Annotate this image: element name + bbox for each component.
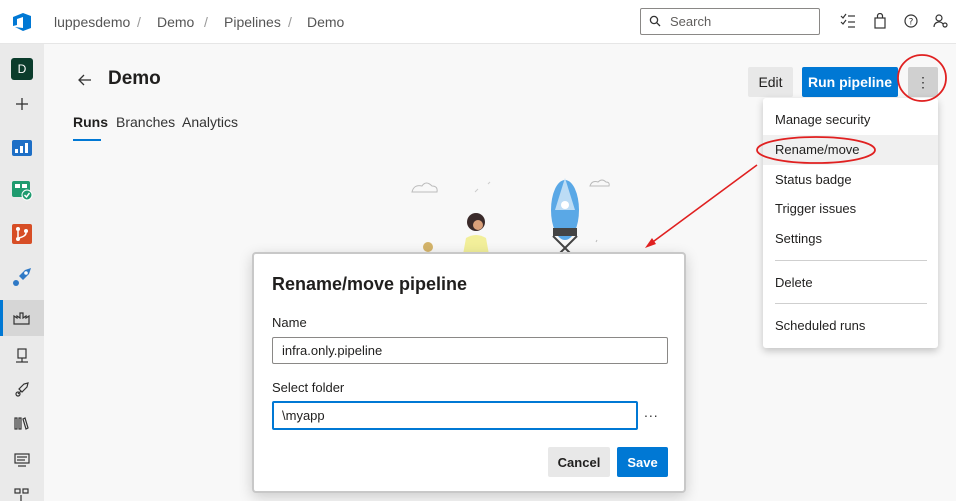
dialog-title: Rename/move pipeline — [272, 274, 468, 294]
breadcrumb-org[interactable]: luppesdemo — [54, 14, 130, 30]
nav-task-groups[interactable] — [0, 442, 44, 478]
repos-icon — [12, 224, 32, 244]
more-actions-menu: Manage security Rename/move Status badge… — [763, 98, 938, 348]
avatar: D — [11, 58, 33, 80]
breadcrumb-separator: / — [288, 14, 292, 30]
top-bar: luppesdemo / Demo / Pipelines / Demo Sea… — [0, 0, 956, 44]
nav-pipelines[interactable] — [0, 259, 44, 295]
boards-icon — [12, 181, 33, 201]
tab-runs[interactable]: Runs — [73, 114, 108, 130]
nav-library[interactable] — [0, 406, 44, 442]
deployment-groups-icon — [14, 488, 29, 501]
name-field[interactable] — [272, 337, 668, 364]
breadcrumb-pipelines[interactable]: Pipelines — [224, 14, 281, 30]
menu-divider — [775, 260, 927, 261]
back-arrow-icon[interactable] — [76, 71, 94, 89]
nav-releases[interactable] — [0, 372, 44, 408]
search-icon — [649, 15, 661, 27]
browse-folder-button[interactable]: ... — [644, 404, 659, 420]
shopping-bag-icon[interactable] — [872, 13, 888, 29]
empty-state-illustration — [411, 178, 610, 260]
folder-label: Select folder — [272, 380, 345, 395]
help-icon[interactable]: ? — [903, 13, 919, 29]
search-placeholder: Search — [670, 14, 712, 29]
pipelines-icon — [13, 268, 31, 286]
nav-overview[interactable] — [0, 130, 44, 166]
breadcrumb-separator: / — [137, 14, 141, 30]
folder-field[interactable] — [272, 401, 638, 430]
nav-pipelines-runs[interactable] — [0, 300, 44, 336]
add-icon — [16, 98, 28, 110]
releases-icon — [15, 382, 29, 397]
breadcrumb-pipeline[interactable]: Demo — [307, 14, 344, 30]
breadcrumb-separator: / — [204, 14, 208, 30]
name-label: Name — [272, 315, 307, 330]
more-actions-button[interactable]: ⋮ — [908, 67, 938, 97]
cancel-button[interactable]: Cancel — [548, 447, 610, 477]
menu-item-manage-security[interactable]: Manage security — [763, 105, 938, 135]
task-list-icon[interactable] — [840, 13, 856, 29]
svg-text:?: ? — [909, 18, 914, 28]
menu-item-settings[interactable]: Settings — [763, 224, 938, 254]
run-pipeline-button[interactable]: Run pipeline — [802, 67, 898, 97]
tab-active-indicator — [73, 139, 101, 141]
nav-environments[interactable] — [0, 338, 44, 374]
tab-branches[interactable]: Branches — [116, 114, 175, 130]
library-icon — [14, 417, 29, 430]
nav-repos[interactable] — [0, 216, 44, 252]
menu-item-status-badge[interactable]: Status badge — [763, 165, 938, 195]
menu-divider — [775, 303, 927, 304]
task-groups-icon — [14, 453, 30, 467]
annotation-arrow-head — [645, 238, 656, 248]
menu-item-scheduled-runs[interactable]: Scheduled runs — [763, 311, 938, 341]
annotation-arrow-line — [649, 164, 758, 245]
breadcrumb-project[interactable]: Demo — [157, 14, 194, 30]
edit-button[interactable]: Edit — [748, 67, 793, 97]
nav-add[interactable] — [0, 86, 44, 122]
environments-icon — [16, 348, 28, 363]
page-title: Demo — [108, 68, 161, 89]
left-nav: D — [0, 44, 44, 501]
user-settings-icon[interactable] — [933, 13, 949, 29]
tab-analytics[interactable]: Analytics — [182, 114, 238, 130]
menu-item-delete[interactable]: Delete — [763, 268, 938, 298]
menu-item-trigger-issues[interactable]: Trigger issues — [763, 194, 938, 224]
search-input[interactable]: Search — [640, 8, 820, 35]
azure-devops-logo-icon[interactable] — [10, 10, 34, 34]
nav-boards[interactable] — [0, 172, 44, 208]
overview-icon — [12, 140, 32, 156]
save-button[interactable]: Save — [617, 447, 668, 477]
menu-item-rename-move[interactable]: Rename/move — [763, 135, 938, 165]
rename-move-dialog: Rename/move pipeline Name Select folder … — [252, 252, 686, 493]
project-avatar[interactable]: D — [0, 48, 44, 84]
pipelines-runs-icon — [13, 312, 30, 325]
nav-deployment-groups[interactable] — [0, 476, 44, 501]
